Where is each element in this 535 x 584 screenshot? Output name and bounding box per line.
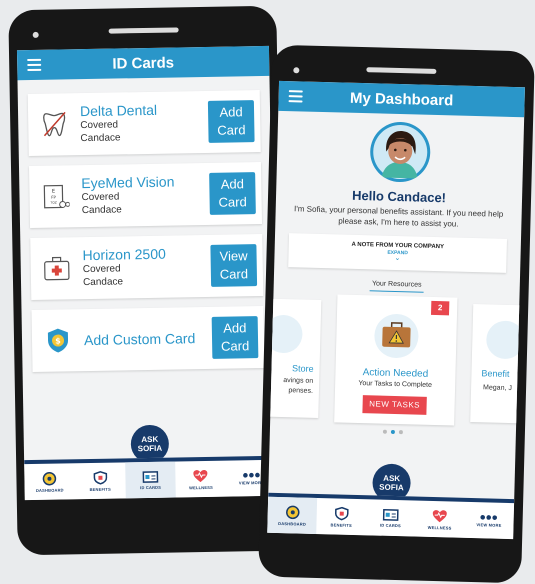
resource-card-action-needed[interactable]: 2 Action Needed Your Tasks to Complete N…	[334, 294, 458, 426]
heart-icon	[433, 509, 448, 522]
dots-icon	[480, 514, 498, 520]
id-card-icon	[142, 470, 159, 483]
bottom-nav: DASHBOARD BENEFITS ID CARDS WELLNESS VIE…	[267, 492, 515, 540]
shield-icon	[93, 470, 107, 485]
nav-wellness[interactable]: WELLNESS	[175, 461, 226, 498]
compass-icon	[285, 505, 300, 519]
sofia-label: SOFIA	[137, 443, 163, 454]
resources-underline	[369, 290, 424, 293]
nav-dashboard[interactable]: DASHBOARD	[24, 463, 75, 500]
svg-text:FP: FP	[51, 195, 56, 200]
carousel-dot[interactable]	[382, 429, 387, 434]
add-card-button[interactable]: Add Card	[207, 100, 255, 143]
id-card-horizon-2500[interactable]: Horizon 2500 Covered Candace View Card	[30, 233, 264, 301]
add-card-button[interactable]: Add Card	[211, 316, 259, 359]
resource-title: Action Needed	[362, 367, 429, 380]
page-title: ID Cards	[112, 53, 175, 73]
nav-label: DASHBOARD	[35, 486, 64, 493]
nav-benefits[interactable]: BENEFITS	[75, 462, 126, 499]
view-card-button[interactable]: View Card	[210, 244, 258, 287]
carousel-dot[interactable]	[398, 430, 403, 435]
nav-label: WELLNESS	[427, 524, 452, 531]
nav-label: ID CARDS	[379, 522, 402, 528]
resource-card-benefits[interactable]: Benefit Megan, J	[470, 304, 525, 424]
speaker	[108, 27, 179, 34]
resource-sub: Megan, J	[483, 384, 512, 393]
id-card-delta-dental[interactable]: Delta Dental Covered Candace Add Card	[27, 90, 261, 157]
store-icon	[267, 314, 303, 354]
nav-label: VIEW MORE	[476, 521, 502, 528]
svg-text:TOZ: TOZ	[49, 201, 56, 205]
app-bar: ID Cards	[16, 45, 270, 81]
custom-card-title: Add Custom Card	[83, 330, 196, 349]
medical-kit-icon	[30, 237, 83, 300]
resource-card-store[interactable]: Store avings on penses.	[267, 298, 322, 418]
id-card-eyemed-vision[interactable]: E FP TOZ EyeMed Vision Covered Candace A…	[28, 161, 263, 229]
task-count-badge: 2	[430, 300, 450, 316]
card-member-name: Candace	[82, 276, 124, 289]
eye-chart-icon: E FP TOZ	[29, 165, 82, 228]
dots-icon	[242, 472, 260, 478]
id-card-icon	[382, 508, 399, 521]
page-title: My Dashboard	[349, 89, 454, 109]
hamburger-menu-icon[interactable]	[288, 90, 303, 103]
briefcase-icon	[373, 313, 419, 359]
carousel-dots	[270, 427, 516, 437]
assistant-avatar	[369, 121, 432, 183]
left-phone: ID Cards Delta Dental Covered Candace Ad…	[8, 5, 286, 556]
nav-label: DASHBOARD	[278, 520, 307, 527]
sofia-label: SOFIA	[379, 482, 404, 493]
svg-text:$: $	[55, 337, 61, 346]
right-phone: My Dashboard Hello Candace! I'm Sofia, y…	[258, 44, 535, 584]
nav-id-cards[interactable]: ID CARDS	[124, 461, 177, 499]
bottom-nav: DASHBOARD BENEFITS ID CARDS WELLNESS VIE…	[24, 455, 277, 501]
nav-label: BENEFITS	[89, 486, 111, 492]
nav-benefits[interactable]: BENEFITS	[316, 498, 366, 535]
carousel-dot-active[interactable]	[390, 429, 395, 434]
nav-label: WELLNESS	[189, 484, 213, 490]
add-custom-card[interactable]: $ Add Custom Card Add Card	[31, 305, 265, 373]
resource-title: Benefit	[481, 368, 510, 379]
new-tasks-button[interactable]: NEW TASKS	[362, 395, 427, 415]
resources-label: Your Resources	[371, 280, 422, 289]
nav-id-cards[interactable]: ID CARDS	[366, 499, 416, 536]
shield-icon	[334, 506, 349, 520]
camera-dot	[293, 67, 300, 74]
resource-sub: Your Tasks to Complete	[358, 380, 432, 389]
resource-title: Store	[291, 363, 314, 374]
nav-dashboard[interactable]: DASHBOARD	[267, 496, 318, 534]
left-screen: ID Cards Delta Dental Covered Candace Ad…	[16, 45, 277, 501]
nav-label: ID CARDS	[140, 484, 162, 490]
speaker	[366, 67, 437, 74]
document-icon	[485, 320, 525, 360]
hamburger-menu-icon[interactable]	[27, 58, 42, 72]
right-screen: My Dashboard Hello Candace! I'm Sofia, y…	[267, 80, 525, 540]
nav-label: BENEFITS	[330, 521, 353, 528]
resource-sub: penses.	[288, 387, 314, 395]
company-note[interactable]: A NOTE FROM YOUR COMPANY EXPAND ⌄	[288, 233, 508, 273]
compass-icon	[42, 471, 57, 485]
camera-dot	[32, 31, 39, 38]
app-bar: My Dashboard	[278, 80, 525, 118]
add-card-button[interactable]: Add Card	[209, 172, 256, 215]
card-member-name: Candace	[80, 132, 121, 145]
heart-icon	[193, 469, 208, 482]
nav-wellness[interactable]: WELLNESS	[415, 501, 465, 538]
shield-dollar-icon: $	[31, 309, 84, 372]
tooth-icon	[28, 93, 81, 156]
card-member-name: Candace	[81, 204, 122, 217]
intro-text: I'm Sofia, your personal benefits assist…	[293, 204, 504, 229]
nav-view-more[interactable]: VIEW MORE	[464, 502, 514, 539]
resource-sub: avings on	[283, 377, 314, 385]
